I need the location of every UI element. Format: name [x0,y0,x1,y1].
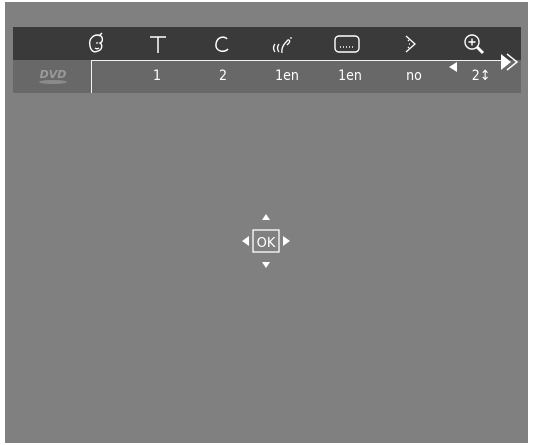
nav-right-icon [283,236,290,246]
chapter-icon[interactable] [201,30,241,58]
subtitle-value: 1en [338,68,362,84]
dvd-logo: DVD [28,64,78,88]
navigation-ok-pad[interactable]: OK [240,212,292,270]
subtitle-icon[interactable] [327,30,367,58]
menu-divider-horizontal [91,60,503,61]
menu-scroll-left-icon[interactable] [448,57,458,72]
nav-up-icon [262,214,270,220]
nav-down-icon [262,262,270,268]
menu-divider-vertical [91,60,92,93]
ok-label: OK [257,236,276,251]
audio-language-icon[interactable] [264,30,304,58]
nav-left-icon [242,236,249,246]
zoom-icon[interactable] [454,30,494,58]
audio-language-value: 1en [275,68,299,84]
title-icon[interactable] [138,30,178,58]
chapter-value: 2 [218,68,227,84]
dvd-logo-text: DVD [40,68,67,81]
angle-value: no [406,68,422,84]
title-value: 1 [152,68,161,84]
angle-icon[interactable] [390,30,430,58]
menu-scroll-right-icon[interactable] [499,52,519,72]
child-lock-icon[interactable] [75,30,115,58]
